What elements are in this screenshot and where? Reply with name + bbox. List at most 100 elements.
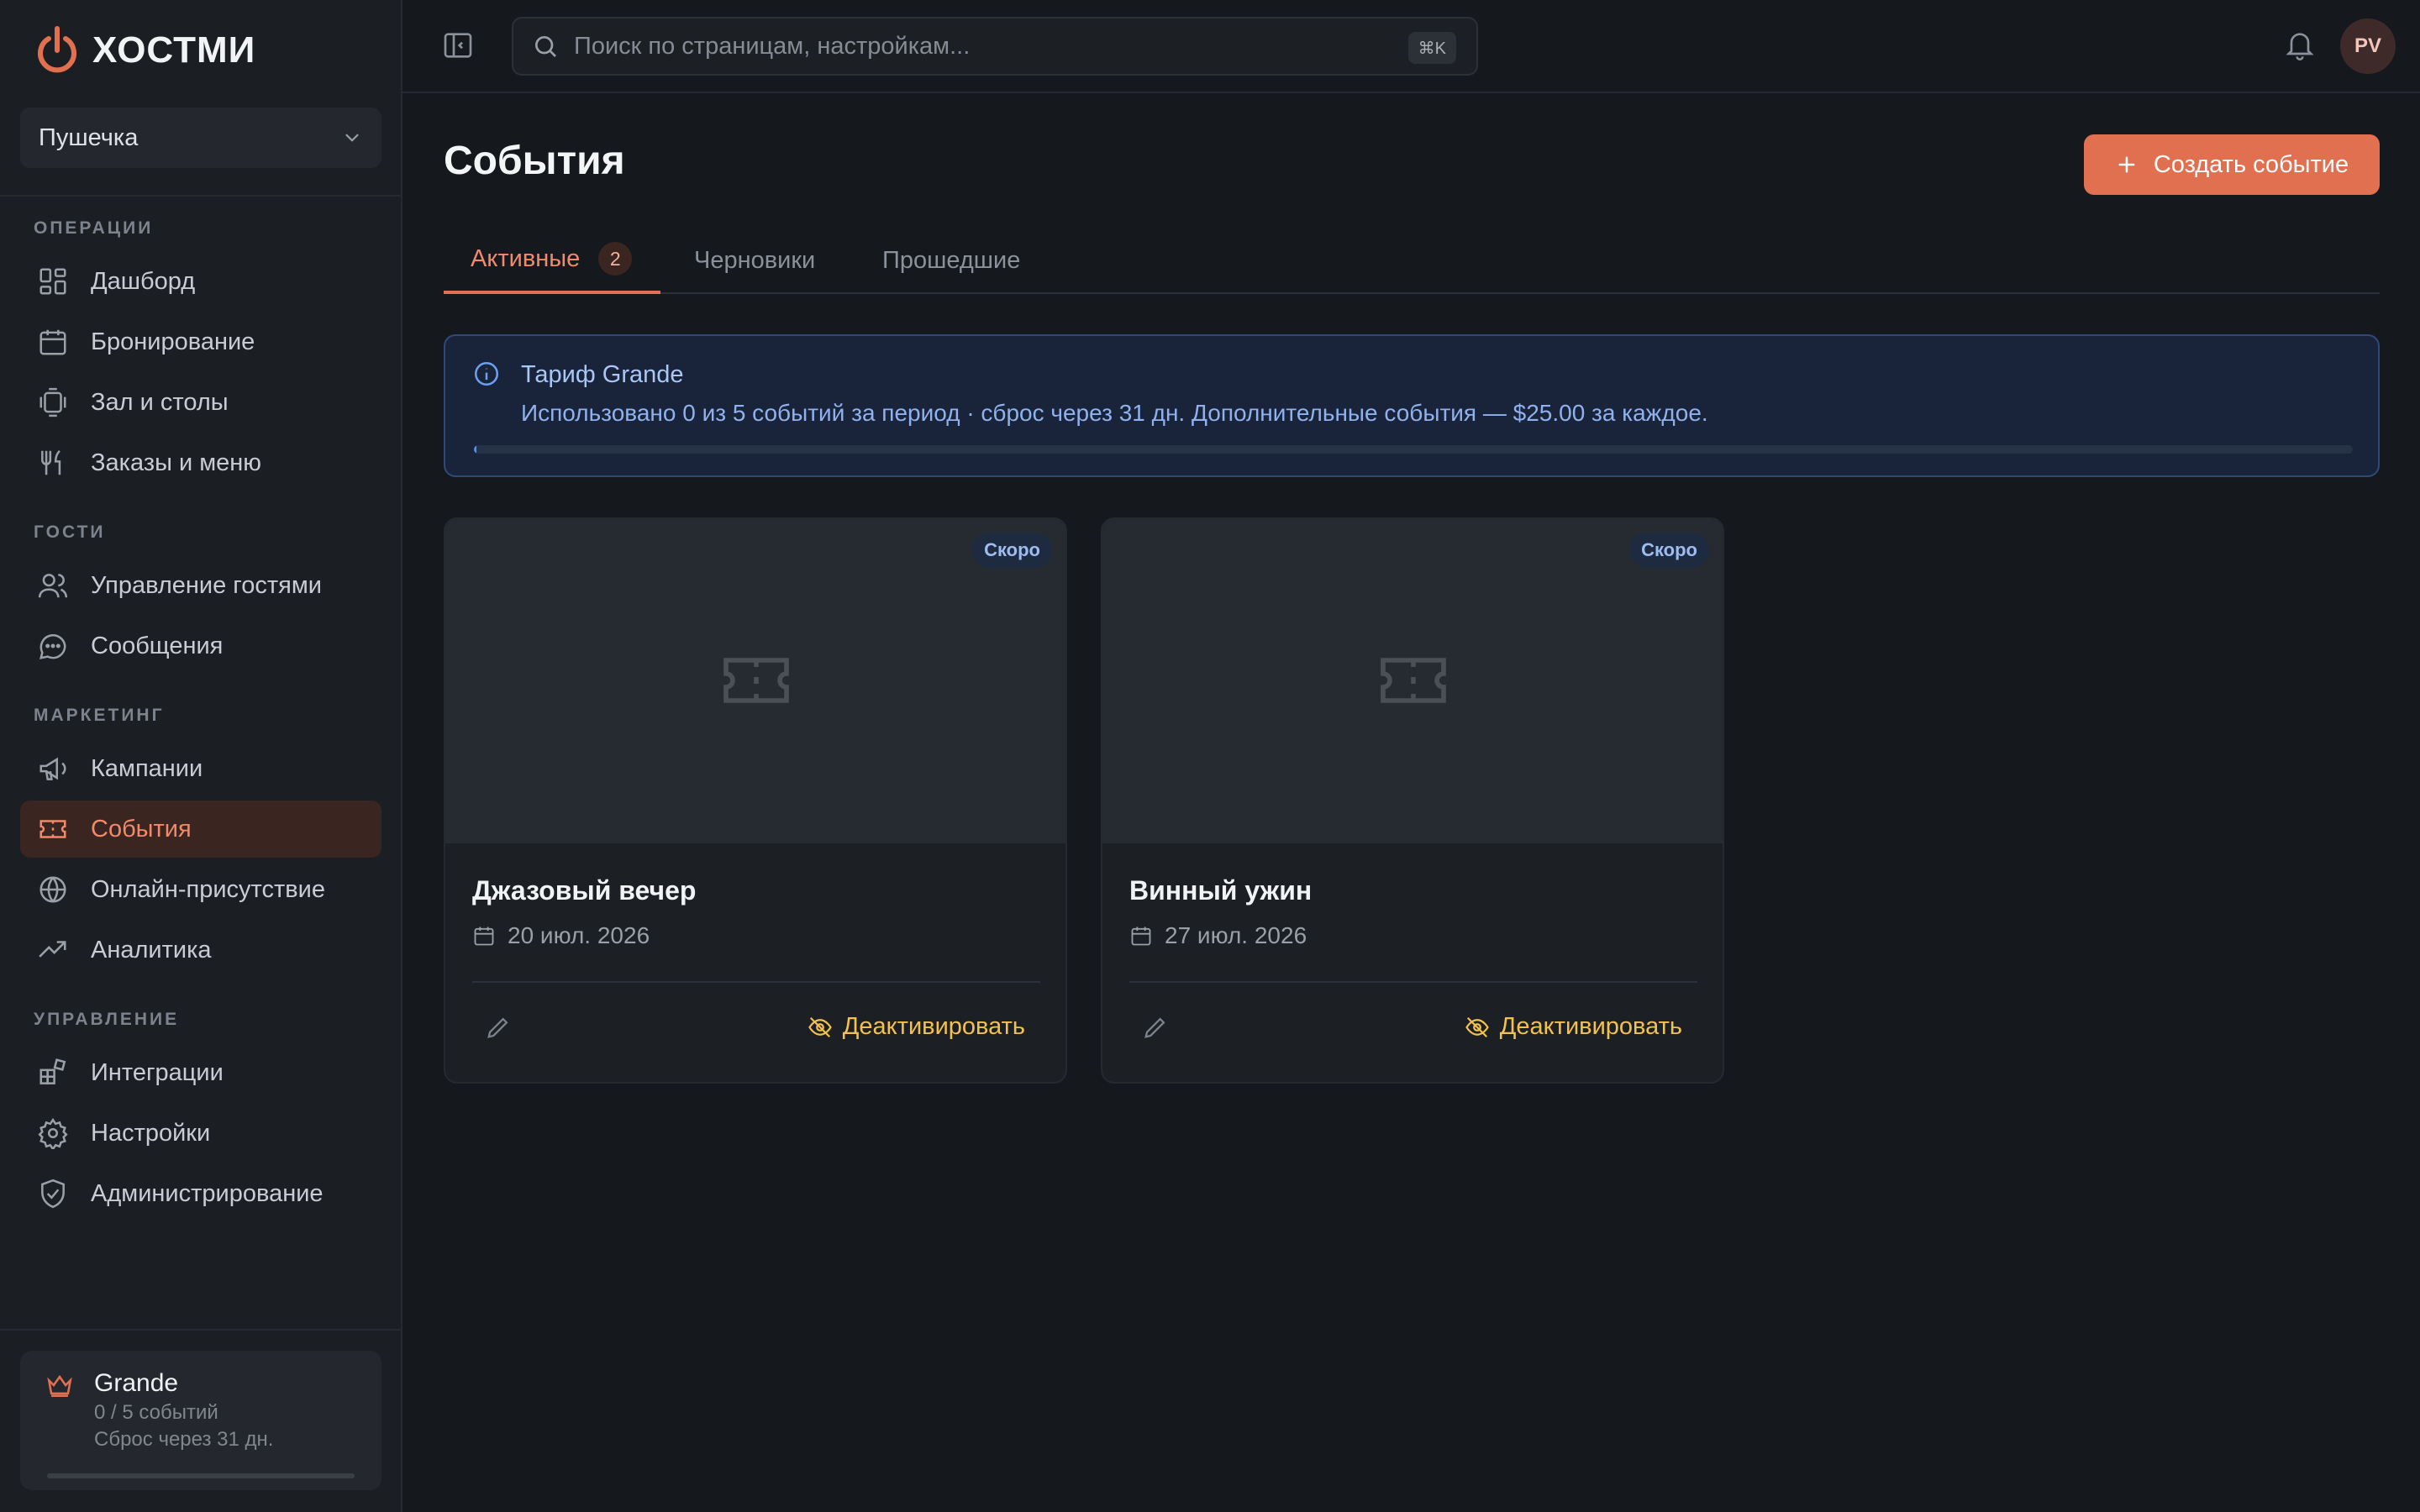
sidebar-item-online[interactable]: Онлайн-присутствие xyxy=(20,861,381,918)
sidebar-item-label: Управление гостями xyxy=(91,571,322,599)
message-icon xyxy=(37,630,69,662)
sidebar-item-label: Зал и столы xyxy=(91,388,229,416)
trending-icon xyxy=(37,934,69,966)
integrations-icon xyxy=(37,1057,69,1089)
info-title: Тариф Grande xyxy=(521,361,684,388)
edit-icon[interactable] xyxy=(484,1013,513,1042)
search-icon xyxy=(532,33,559,60)
shield-icon xyxy=(37,1178,69,1210)
tab-label: Черновики xyxy=(694,246,816,274)
sidebar-item-settings[interactable]: Настройки xyxy=(20,1105,381,1162)
tab-past[interactable]: Прошедшие xyxy=(882,227,1020,294)
event-title: Винный ужин xyxy=(1129,875,1313,906)
sidebar-item-integrations[interactable]: Интеграции xyxy=(20,1044,381,1101)
plus-icon xyxy=(2115,153,2139,176)
edit-icon[interactable] xyxy=(1141,1013,1170,1042)
plan-widget[interactable]: Grande 0 / 5 событий Сброс через 31 дн. xyxy=(20,1351,381,1490)
plan-usage: 0 / 5 событий xyxy=(94,1401,218,1424)
event-date: 20 июл. 2026 xyxy=(472,922,650,949)
sidebar-item-events[interactable]: События xyxy=(20,801,381,858)
sidebar-item-dashboard[interactable]: Дашборд xyxy=(20,253,381,310)
tab-drafts[interactable]: Черновики xyxy=(694,227,815,294)
sidebar-item-label: Сообщения xyxy=(91,632,224,659)
event-title: Джазовый вечер xyxy=(472,875,697,906)
sidebar-item-label: Заказы и меню xyxy=(91,449,262,476)
sidebar-item-label: Дашборд xyxy=(91,267,196,295)
users-icon xyxy=(37,570,69,601)
usage-progress-fill xyxy=(474,445,477,454)
sidebar-item-label: Интеграции xyxy=(91,1058,224,1086)
search-input[interactable] xyxy=(574,32,1330,60)
calendar-icon xyxy=(1129,924,1153,948)
section-label-management: УПРАВЛЕНИЕ xyxy=(34,1010,180,1029)
crown-icon xyxy=(45,1371,74,1399)
create-event-button[interactable]: Создать событие xyxy=(2084,134,2380,195)
usage-progress-bar xyxy=(474,445,2353,454)
event-card[interactable]: Скоро Винный ужин 27 июл. 2026 Деактивир… xyxy=(1101,517,1724,1084)
sidebar-item-booking[interactable]: Бронирование xyxy=(20,313,381,370)
event-date-text: 27 июл. 2026 xyxy=(1165,922,1307,948)
utensils-icon xyxy=(37,447,69,479)
chevron-down-icon xyxy=(341,127,363,149)
section-label-marketing: МАРКЕТИНГ xyxy=(34,706,165,725)
divider xyxy=(472,981,1040,983)
event-cover-placeholder: Скоро xyxy=(1102,519,1723,843)
eye-off-icon xyxy=(1465,1015,1490,1040)
venue-selector[interactable]: Пушечка xyxy=(20,108,381,168)
sidebar-item-orders[interactable]: Заказы и меню xyxy=(20,434,381,491)
brand-name: ХОСТМИ xyxy=(92,29,256,71)
divider xyxy=(0,195,401,197)
event-card[interactable]: Скоро Джазовый вечер 20 июл. 2026 Деакти… xyxy=(444,517,1067,1084)
megaphone-icon xyxy=(37,753,69,785)
globe-icon xyxy=(37,874,69,906)
page-title: События xyxy=(444,139,625,183)
power-logo-icon xyxy=(35,25,79,76)
ticket-icon xyxy=(37,813,69,845)
info-icon xyxy=(472,360,501,388)
table-icon xyxy=(37,386,69,418)
plan-reset: Сброс через 31 дн. xyxy=(94,1428,274,1451)
sidebar: ХОСТМИ Пушечка ОПЕРАЦИИ Дашборд Брониров… xyxy=(0,0,402,1512)
bell-icon[interactable] xyxy=(2283,29,2317,62)
section-label-operations: ОПЕРАЦИИ xyxy=(34,218,154,238)
divider xyxy=(0,1329,401,1331)
sidebar-item-admin[interactable]: Администрирование xyxy=(20,1165,381,1222)
dashboard-icon xyxy=(37,265,69,297)
deactivate-label: Деактивировать xyxy=(842,1013,1025,1040)
avatar[interactable]: PV xyxy=(2340,18,2396,74)
event-cover-placeholder: Скоро xyxy=(445,519,1065,843)
search-box[interactable]: ⌘K xyxy=(512,17,1478,76)
topbar: ⌘K xyxy=(402,0,2420,93)
tab-count-badge: 2 xyxy=(598,242,633,276)
deactivate-button[interactable]: Деактивировать xyxy=(808,1013,1025,1041)
plan-info-banner: Тариф Grande Использовано 0 из 5 событий… xyxy=(444,334,2380,477)
calendar-icon xyxy=(37,326,69,358)
create-event-label: Создать событие xyxy=(2153,150,2349,178)
sidebar-item-hall[interactable]: Зал и столы xyxy=(20,374,381,431)
ticket-icon xyxy=(1373,640,1454,721)
section-label-guests: ГОСТИ xyxy=(34,522,106,542)
event-date: 27 июл. 2026 xyxy=(1129,922,1307,949)
eye-off-icon xyxy=(808,1015,833,1040)
sidebar-item-label: Администрирование xyxy=(91,1179,324,1207)
status-badge: Скоро xyxy=(972,533,1052,568)
brand-logo[interactable]: ХОСТМИ xyxy=(35,25,255,76)
sidebar-item-messages[interactable]: Сообщения xyxy=(20,617,381,675)
plan-name: Grande xyxy=(94,1369,179,1397)
sidebar-item-analytics[interactable]: Аналитика xyxy=(20,921,381,979)
sidebar-item-label: Аналитика xyxy=(91,936,212,963)
sidebar-item-guests[interactable]: Управление гостями xyxy=(20,557,381,614)
sidebar-item-label: События xyxy=(91,815,192,843)
shortcut-hint: ⌘K xyxy=(1407,32,1456,64)
tab-active[interactable]: Активные 2 xyxy=(444,227,660,294)
divider xyxy=(1129,981,1697,983)
sidebar-item-label: Кампании xyxy=(91,754,203,782)
event-tabs: Активные 2 Черновики Прошедшие xyxy=(444,227,2380,294)
sidebar-toggle-icon[interactable] xyxy=(441,29,475,62)
info-text: Использовано 0 из 5 событий за период · … xyxy=(521,400,1708,426)
deactivate-button[interactable]: Деактивировать xyxy=(1465,1013,1682,1041)
deactivate-label: Деактивировать xyxy=(1499,1013,1682,1040)
gear-icon xyxy=(37,1117,69,1149)
sidebar-item-label: Бронирование xyxy=(91,328,255,355)
sidebar-item-campaigns[interactable]: Кампании xyxy=(20,740,381,797)
